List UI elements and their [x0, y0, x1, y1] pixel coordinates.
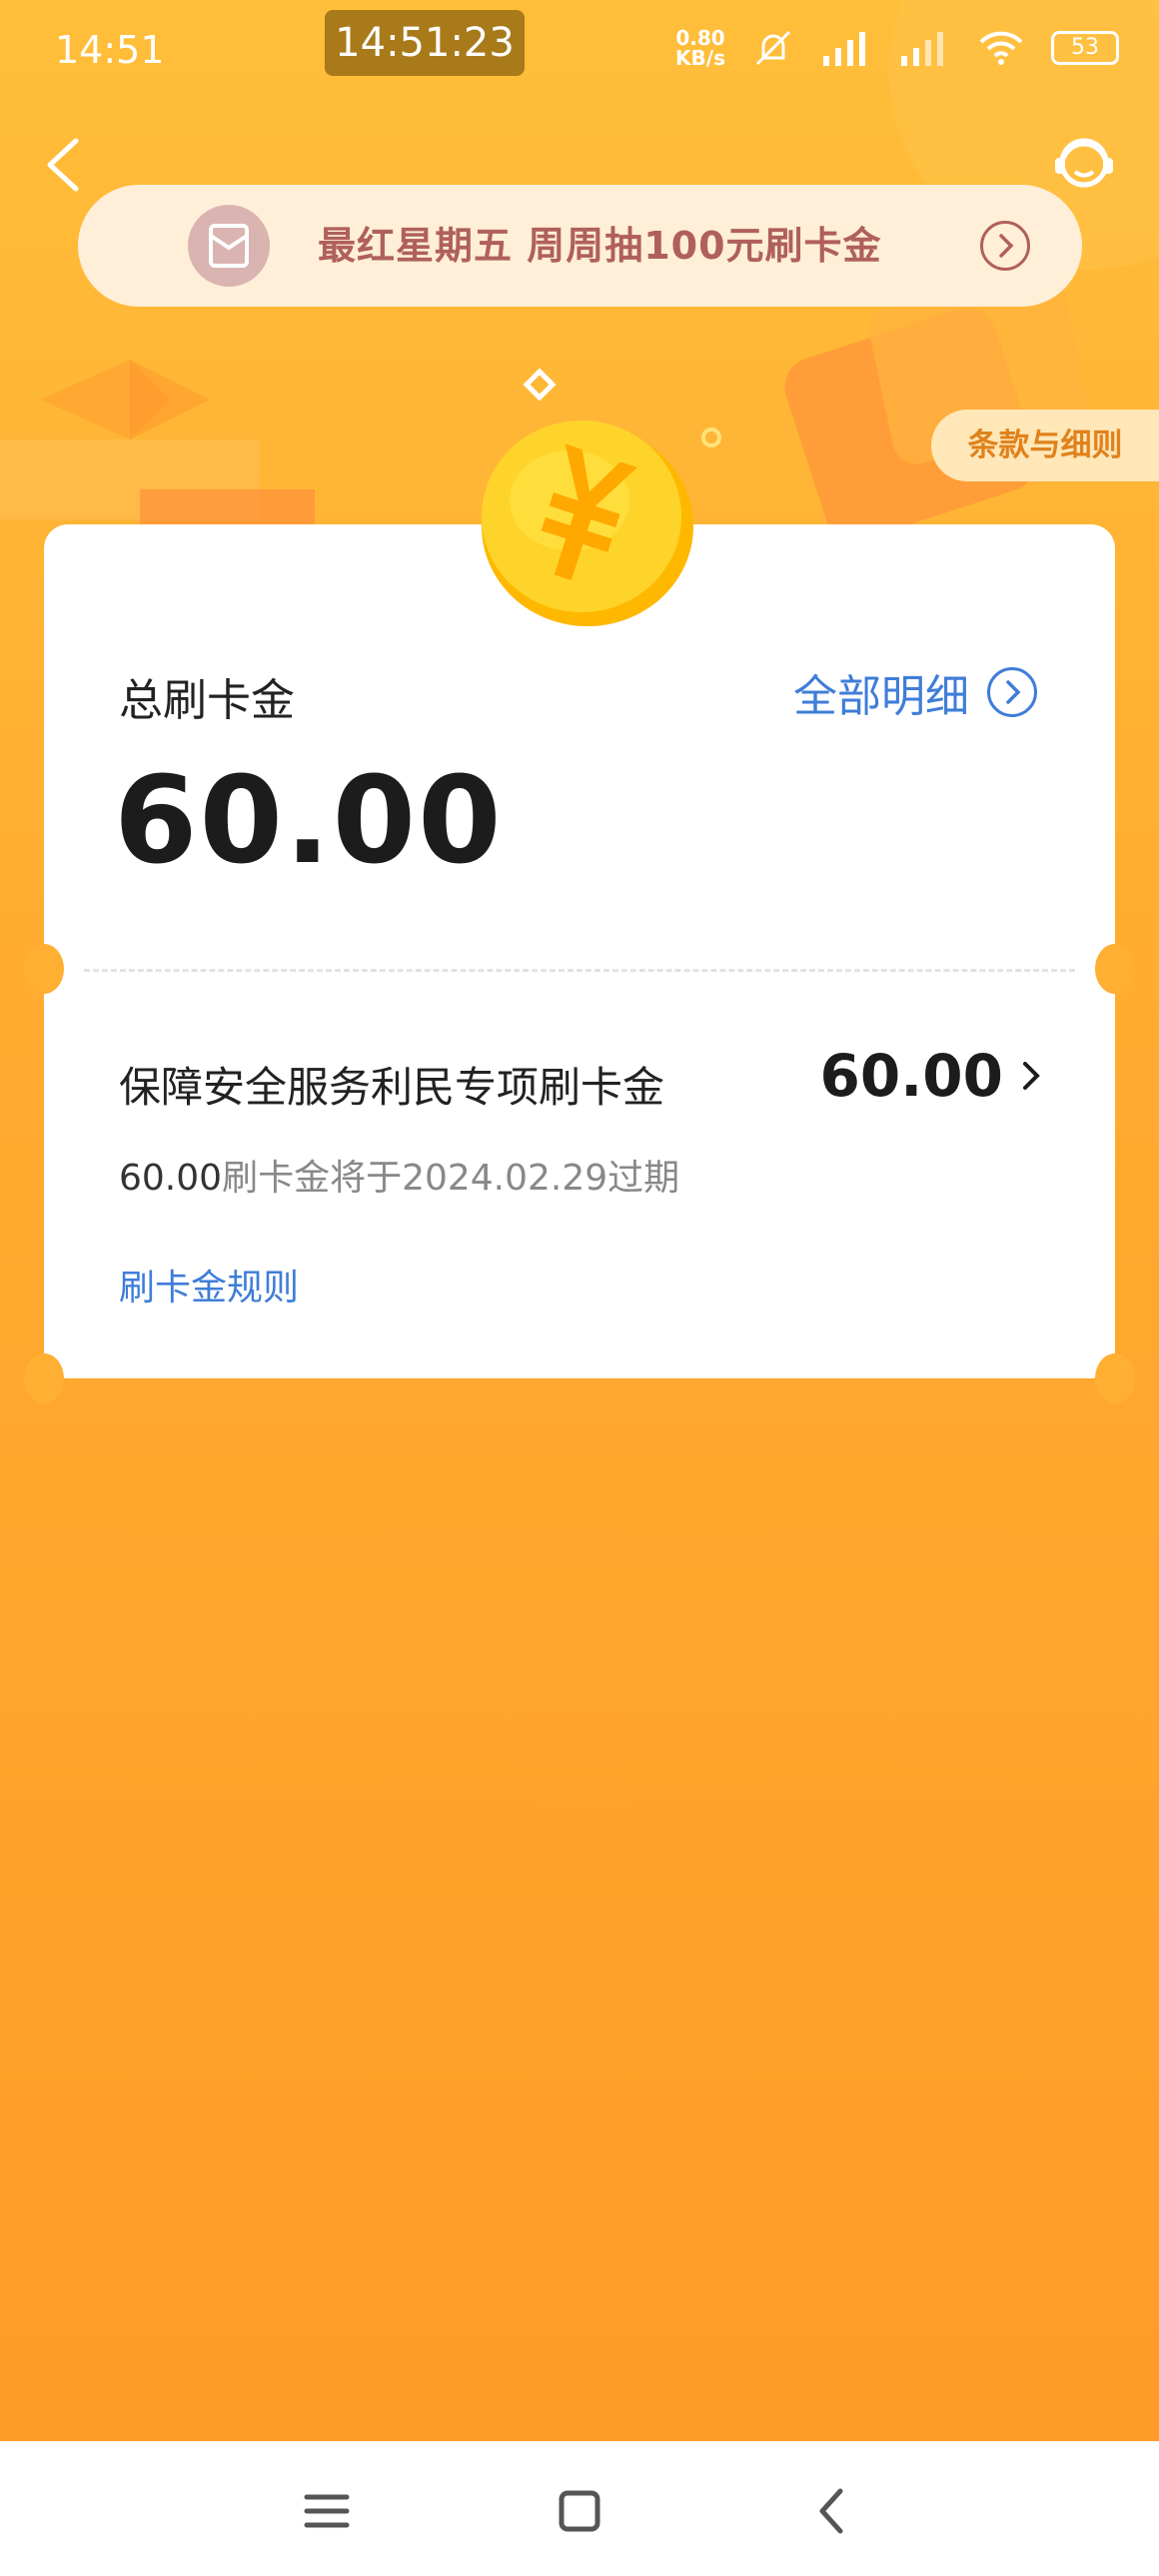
- card-notch-bottom-right: [1095, 1353, 1135, 1403]
- back-icon[interactable]: [38, 135, 88, 195]
- net-speed-unit: KB/s: [675, 46, 725, 70]
- system-nav-bar: [0, 2441, 1159, 2576]
- nav-back-icon[interactable]: [802, 2481, 862, 2541]
- signal-icon: [823, 32, 865, 66]
- red-envelope-icon: [188, 205, 270, 287]
- battery-indicator: 53: [1051, 31, 1119, 65]
- coin-icon: [482, 421, 693, 626]
- balance-card: 总刷卡金 60.00 全部明细 保障安全服务利民专项刷卡金 60.00 60.0…: [24, 524, 1135, 1403]
- item-name: 保障安全服务利民专项刷卡金: [119, 1063, 665, 1112]
- total-label: 总刷卡金: [119, 675, 295, 726]
- expiry-amount: 60.00: [119, 1158, 223, 1199]
- all-details-label: 全部明细: [793, 671, 969, 722]
- rules-link[interactable]: 刷卡金规则: [119, 1259, 299, 1310]
- promo-banner[interactable]: 最红星期五 周周抽100元刷卡金: [78, 185, 1082, 307]
- menu-icon[interactable]: [297, 2481, 357, 2541]
- signal-icon-2: [901, 32, 943, 66]
- status-time: 14:51: [55, 28, 165, 72]
- item-amount-link[interactable]: 60.00: [820, 1042, 1043, 1110]
- all-details-link[interactable]: 全部明细: [793, 660, 1037, 724]
- home-icon[interactable]: [550, 2481, 609, 2541]
- mute-icon: [755, 30, 791, 66]
- chevron-right-icon: [987, 667, 1037, 717]
- total-value: 60.00: [114, 752, 504, 891]
- terms-button[interactable]: 条款与细则: [931, 410, 1159, 481]
- item-amount: 60.00: [819, 1042, 1003, 1110]
- expiry-note: 60.00刷卡金将于2024.02.29过期: [119, 1149, 679, 1201]
- net-speed: 0.80 KB/s: [675, 28, 725, 68]
- card-notch-right: [1095, 944, 1135, 994]
- expiry-text: 刷卡金将于2024.02.29过期: [222, 1158, 680, 1199]
- net-speed-value: 0.80: [675, 26, 725, 50]
- card-notch-bottom-left: [24, 1353, 64, 1403]
- promo-text: 最红星期五 周周抽100元刷卡金: [318, 224, 882, 268]
- customer-service-icon[interactable]: [1049, 128, 1119, 198]
- chevron-right-icon: [980, 221, 1030, 271]
- chevron-right-icon: [1023, 1062, 1040, 1090]
- dashed-divider: [84, 969, 1075, 972]
- status-icons: 0.80 KB/s 53: [675, 28, 1119, 68]
- wifi-icon: [979, 31, 1023, 65]
- card-notch-left: [24, 944, 64, 994]
- timestamp-overlay: 14:51:23: [325, 10, 525, 76]
